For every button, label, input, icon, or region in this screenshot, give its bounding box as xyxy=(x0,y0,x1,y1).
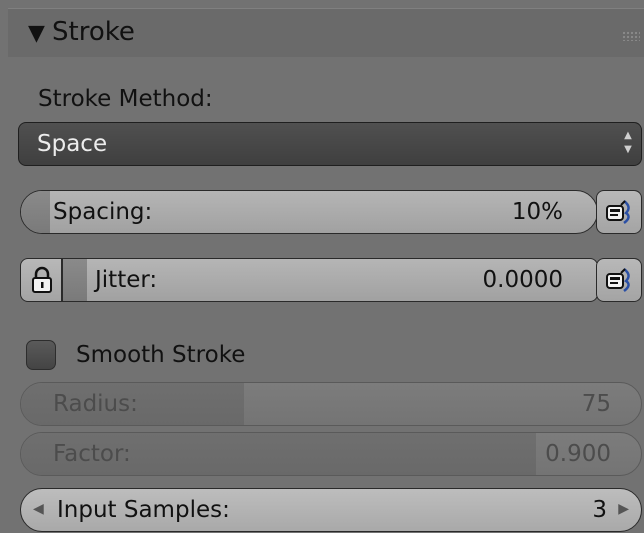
factor-value: 0.900 xyxy=(545,441,611,467)
stroke-method-label: Stroke Method: xyxy=(38,86,213,112)
stroke-panel: ▼ Stroke Stroke Method: Space ▲ ▼ Spacing… xyxy=(0,0,644,533)
radius-value: 75 xyxy=(581,391,611,417)
smooth-stroke-checkbox[interactable] xyxy=(26,340,56,370)
jitter-slider-fill xyxy=(63,259,87,301)
up-down-arrows-icon: ▲ ▼ xyxy=(624,130,632,155)
jitter-pressure-button[interactable] xyxy=(596,258,642,302)
tablet-pressure-icon xyxy=(606,200,630,224)
left-arrow-icon[interactable]: ◀ xyxy=(33,501,44,517)
spacing-pressure-button[interactable] xyxy=(596,190,642,234)
triangle-down-icon[interactable]: ▼ xyxy=(28,21,45,46)
input-samples-label: Input Samples: xyxy=(57,497,230,523)
smooth-stroke-label[interactable]: Smooth Stroke xyxy=(76,340,245,370)
jitter-label: Jitter: xyxy=(95,267,158,293)
radius-label: Radius: xyxy=(53,391,138,417)
spacing-value: 10% xyxy=(511,199,563,225)
jitter-value: 0.0000 xyxy=(482,267,563,293)
panel-header[interactable]: ▼ Stroke xyxy=(8,8,644,57)
spacing-slider-fill xyxy=(21,191,50,233)
drag-grip-icon[interactable] xyxy=(622,31,640,41)
tablet-pressure-icon xyxy=(606,268,630,292)
stroke-method-value: Space xyxy=(37,131,108,157)
radius-slider[interactable]: Radius: 75 xyxy=(20,382,642,426)
spacing-slider[interactable]: Spacing: 10% xyxy=(20,190,598,234)
jitter-lock-button[interactable] xyxy=(20,258,62,302)
jitter-slider[interactable]: Jitter: 0.0000 xyxy=(62,258,598,302)
panel-title: Stroke xyxy=(52,17,135,47)
right-arrow-icon[interactable]: ▶ xyxy=(618,501,629,517)
stroke-method-dropdown[interactable]: Space ▲ ▼ xyxy=(18,122,642,166)
input-samples-stepper[interactable]: ◀ Input Samples: 3 ▶ xyxy=(20,488,642,532)
factor-slider[interactable]: Factor: 0.900 xyxy=(20,432,642,476)
spacing-label: Spacing: xyxy=(53,199,153,225)
input-samples-value: 3 xyxy=(592,497,607,523)
lock-icon xyxy=(32,266,52,293)
factor-label: Factor: xyxy=(53,441,131,467)
